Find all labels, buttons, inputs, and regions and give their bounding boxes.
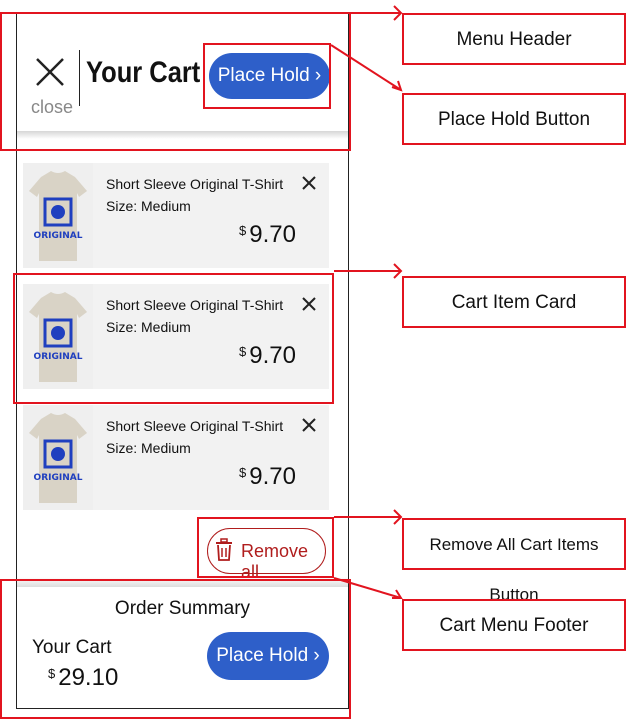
annotation-label-remove-all: Remove All Cart Items Button <box>402 518 626 604</box>
annotation-label-menu-header: Menu Header <box>402 13 626 65</box>
annotation-label-cart-item: Cart Item Card <box>402 276 626 328</box>
annotation-label-place-hold: Place Hold Button <box>402 93 626 145</box>
annotation-label-footer: Cart Menu Footer <box>402 599 626 651</box>
